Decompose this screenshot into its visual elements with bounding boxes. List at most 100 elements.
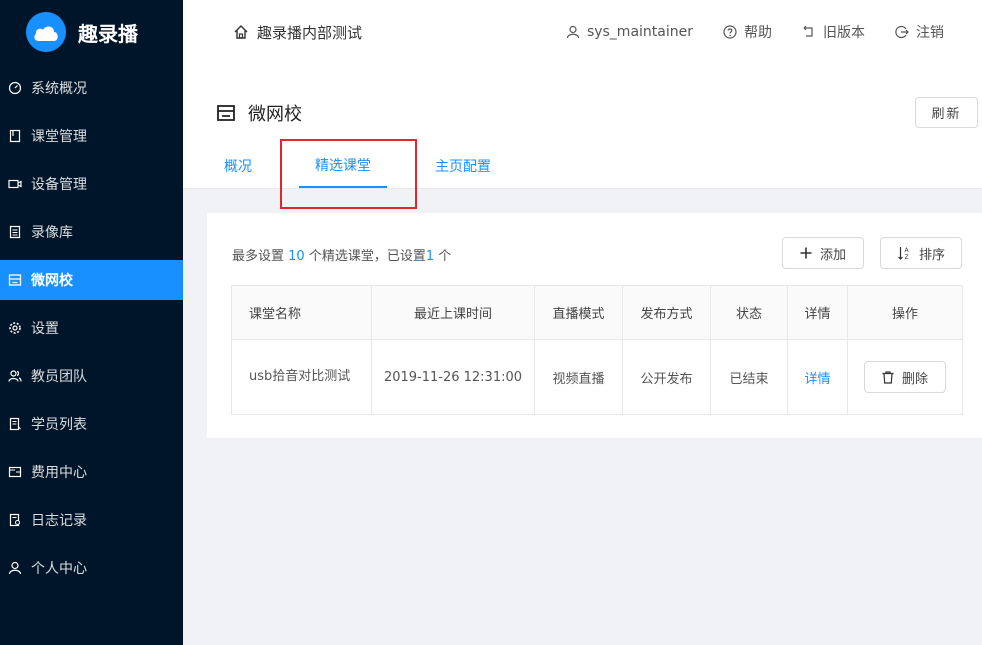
cell-name: usb拾音对比测试: [231, 339, 372, 415]
add-button[interactable]: 添加: [782, 237, 864, 269]
set-count: 1: [425, 249, 435, 264]
logout-label: 注销: [916, 25, 944, 41]
sidebar-item-team[interactable]: 教员团队: [0, 356, 183, 396]
tab-label: 概况: [224, 159, 252, 175]
col-header-time: 最近上课时间: [371, 285, 535, 340]
featured-summary: 最多设置 10 个精选课堂，已设置1 个: [232, 245, 451, 264]
sidebar-item-profile[interactable]: 个人中心: [0, 548, 183, 588]
sidebar-item-label: 微网校: [31, 273, 73, 289]
cell-action: 删除: [847, 339, 963, 415]
sidebar-item-label: 费用中心: [31, 465, 87, 481]
svg-text:Z: Z: [904, 254, 908, 260]
wallet-icon: [8, 465, 22, 479]
summary-text: 最多设置: [232, 249, 285, 264]
table-row: usb拾音对比测试 2019-11-26 12:31:00 视频直播 公开发布 …: [231, 339, 963, 415]
header-actions: sys_maintainer 帮助 旧版本 注销: [536, 22, 944, 42]
col-header-mode: 直播模式: [534, 285, 623, 340]
sidebar-item-label: 日志记录: [31, 513, 87, 529]
detail-link[interactable]: 详情: [804, 372, 830, 387]
sidebar-menu: 系统概况 课堂管理 设备管理 录像库 微网校 设置 教员团队 学员列表 费用中心…: [0, 68, 183, 588]
sidebar-item-label: 学员列表: [31, 417, 87, 433]
log-icon: [8, 513, 22, 527]
tab-overview[interactable]: 概况: [211, 144, 265, 188]
svg-text:A: A: [904, 247, 909, 254]
sidebar-item-label: 设置: [31, 321, 59, 337]
home-icon: [234, 25, 248, 39]
sort-icon: AZ: [898, 247, 909, 260]
tab-homepage-config[interactable]: 主页配置: [421, 144, 505, 188]
library-icon: [8, 225, 22, 239]
cell-detail: 详情: [787, 339, 848, 415]
help-label: 帮助: [744, 25, 772, 41]
page-header: 微网校 刷新 概况 精选课堂 主页配置: [183, 64, 982, 209]
sidebar-item-label: 设备管理: [31, 177, 87, 193]
shop-icon: [8, 273, 22, 287]
delete-label: 删除: [901, 371, 928, 387]
add-label: 添加: [819, 247, 846, 263]
col-header-detail: 详情: [787, 285, 848, 340]
user-icon: [566, 25, 580, 39]
summary-text: 个: [438, 249, 452, 264]
tab-label: 主页配置: [435, 159, 491, 175]
sidebar-item-dashboard[interactable]: 系统概况: [0, 68, 183, 108]
logout-link[interactable]: 注销: [895, 22, 944, 42]
old-version-label: 旧版本: [823, 25, 865, 41]
old-version-link[interactable]: 旧版本: [802, 22, 865, 42]
col-header-action: 操作: [847, 285, 963, 340]
tab-label: 精选课堂: [315, 158, 371, 174]
col-header-status: 状态: [710, 285, 788, 340]
org-title-text: 趣录播内部测试: [257, 23, 363, 42]
top-header: 趣录播内部测试 sys_maintainer 帮助 旧版本 注销: [183, 0, 982, 64]
plus-icon: [800, 247, 812, 259]
sidebar-item-billing[interactable]: 费用中心: [0, 452, 183, 492]
question-icon: [723, 25, 737, 39]
cell-publish: 公开发布: [622, 339, 711, 415]
max-count: 10: [288, 249, 305, 264]
table-header-row: 课堂名称 最近上课时间 直播模式 发布方式 状态 详情 操作: [231, 285, 963, 340]
logout-icon: [895, 25, 909, 39]
sidebar: 趣录播 系统概况 课堂管理 设备管理 录像库 微网校 设置 教员团队 学员列表 …: [0, 0, 183, 645]
sidebar-item-device[interactable]: 设备管理: [0, 164, 183, 204]
cell-status: 已结束: [710, 339, 788, 415]
sidebar-item-label: 课堂管理: [31, 129, 87, 145]
org-title[interactable]: 趣录播内部测试: [233, 22, 362, 43]
sidebar-item-label: 教员团队: [31, 369, 87, 385]
page-title-text: 微网校: [248, 104, 302, 125]
list-icon: [8, 417, 22, 431]
col-header-name: 课堂名称: [231, 285, 372, 340]
sort-button[interactable]: AZ 排序: [880, 237, 962, 269]
sidebar-item-logs[interactable]: 日志记录: [0, 500, 183, 540]
team-icon: [8, 369, 22, 383]
sidebar-item-label: 个人中心: [31, 561, 87, 577]
tab-bar: 概况 精选课堂 主页配置: [183, 144, 982, 189]
gear-icon: [8, 321, 22, 335]
cloud-icon: [26, 12, 66, 52]
featured-table: 课堂名称 最近上课时间 直播模式 发布方式 状态 详情 操作 usb拾音对比测试…: [231, 285, 963, 415]
camera-icon: [8, 177, 22, 191]
refresh-button[interactable]: 刷新: [915, 97, 978, 128]
user-menu[interactable]: sys_maintainer: [566, 24, 693, 40]
sidebar-item-label: 系统概况: [31, 81, 87, 97]
app-logo[interactable]: 趣录播: [0, 0, 183, 64]
user-icon: [8, 561, 22, 575]
delete-button[interactable]: 删除: [864, 361, 946, 393]
tab-featured[interactable]: 精选课堂: [299, 144, 387, 188]
help-link[interactable]: 帮助: [723, 22, 772, 42]
return-icon: [803, 25, 813, 37]
app-name: 趣录播: [78, 21, 138, 46]
col-header-publish: 发布方式: [622, 285, 711, 340]
sidebar-item-label: 录像库: [31, 225, 73, 241]
sidebar-item-students[interactable]: 学员列表: [0, 404, 183, 444]
page-title: 微网校: [216, 100, 302, 126]
sidebar-item-classroom[interactable]: 课堂管理: [0, 116, 183, 156]
book-icon: [8, 129, 22, 143]
sidebar-item-library[interactable]: 录像库: [0, 212, 183, 252]
username: sys_maintainer: [586, 24, 693, 40]
sort-label: 排序: [918, 247, 945, 263]
sidebar-item-settings[interactable]: 设置: [0, 308, 183, 348]
cell-time: 2019-11-26 12:31:00: [371, 339, 535, 415]
trash-icon: [882, 370, 894, 384]
summary-text: 个精选课堂，已设置: [308, 249, 426, 264]
shop-icon: [217, 105, 235, 121]
sidebar-item-microschool[interactable]: 微网校: [0, 260, 183, 300]
